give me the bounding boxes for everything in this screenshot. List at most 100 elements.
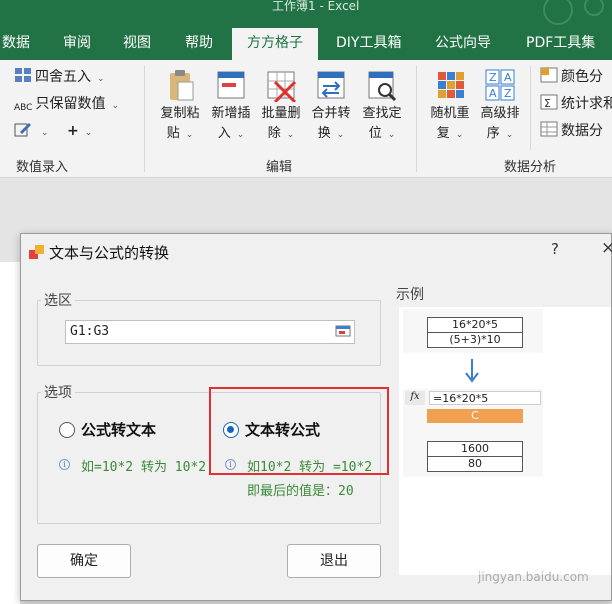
tab-help[interactable]: 帮助: [185, 26, 213, 60]
svg-text:Z: Z: [504, 87, 512, 100]
stat-sum-label: 统计求和: [561, 96, 612, 112]
svg-text:A: A: [504, 71, 512, 84]
chevron-down-icon: ⌄: [111, 101, 120, 111]
title-bar: 工作薄1 - Excel: [0, 0, 612, 26]
row-header-strip: [0, 262, 20, 604]
clipboard-icon: [170, 70, 194, 101]
example-legend: 示例: [393, 284, 427, 304]
color-stats-button[interactable]: 颜色分: [540, 66, 603, 88]
tab-review[interactable]: 审阅: [63, 26, 91, 60]
chevron-down-icon: ⌄: [505, 130, 514, 140]
group-label-data-analysis: 数据分析: [504, 160, 557, 175]
color-grid-icon: [540, 67, 558, 83]
locate-label-1: 查找定: [362, 106, 402, 121]
keep-values-button[interactable]: ABC 只保留数值 ⌄: [14, 93, 119, 117]
tab-data[interactable]: 数据: [2, 26, 30, 60]
plus-icon[interactable]: +: [67, 123, 79, 139]
stat-sum-icon: Σ: [540, 94, 558, 110]
group-divider: [144, 66, 145, 172]
random-repeat-label-1: 随机重: [430, 106, 470, 121]
example-column-header: C: [427, 409, 523, 423]
watermark-url: jingyan.baidu.com: [478, 570, 589, 584]
tab-fangfang[interactable]: 方方格子: [232, 28, 318, 60]
copy-paste-label-1: 复制粘: [160, 106, 200, 121]
example-result-2: 80: [427, 456, 523, 472]
range-legend: 选区: [41, 290, 75, 310]
exit-button[interactable]: 退出: [287, 544, 381, 578]
example-cell-2: (5+3)*10: [427, 332, 523, 348]
insert-icon: [217, 71, 245, 99]
batch-delete-label-2: 除: [267, 126, 281, 141]
data-analysis-btn-label: 数据分: [561, 123, 603, 139]
merge-convert-label-1: 合并转: [311, 106, 351, 121]
ribbon: 四舍五入 ⌄ ABC 只保留数值 ⌄ ⌄ + ⌄ 数值录入 复制粘 贴 ⌄ 新增插 入 ⌄ …: [0, 60, 612, 178]
tab-diy-toolbox[interactable]: DIY工具箱: [336, 26, 401, 60]
svg-text:A: A: [489, 87, 497, 100]
round-icon: [15, 68, 31, 82]
copy-paste-label-2: 贴: [166, 126, 180, 141]
group-divider: [416, 66, 417, 172]
random-repeat-label-2: 复: [436, 126, 450, 141]
dialog-title: 文本与公式的转换: [49, 244, 170, 262]
insert-label-1: 新增插: [211, 106, 251, 121]
chevron-down-icon: ⌄: [41, 128, 49, 138]
advanced-sort-label-2: 序: [486, 126, 500, 141]
keep-values-label: 只保留数值: [35, 96, 106, 112]
find-locate-icon: [368, 71, 397, 102]
example-cell-1: 16*20*5: [427, 317, 523, 333]
delete-grid-icon: [267, 71, 297, 102]
batch-delete-button[interactable]: 批量删 除 ⌄: [257, 68, 305, 145]
close-button[interactable]: ×: [601, 238, 612, 258]
info-icon: i: [59, 459, 70, 470]
ok-button[interactable]: 确定: [37, 544, 131, 578]
insert-label-2: 入: [217, 126, 231, 141]
chevron-down-icon: ⌄: [286, 130, 295, 140]
tab-pdf-tools[interactable]: PDF工具集: [526, 26, 595, 60]
locate-label-2: 位: [368, 126, 382, 141]
example-formula-bar: =16*20*5: [429, 391, 541, 405]
chevron-down-icon: ⌄: [97, 74, 105, 84]
edit-plus-buttons[interactable]: ⌄ + ⌄: [14, 120, 92, 144]
data-analysis-button[interactable]: 数据分: [540, 120, 603, 142]
range-input[interactable]: G1:G3: [65, 320, 355, 344]
insert-button[interactable]: 新增插 入 ⌄: [207, 68, 255, 145]
chevron-down-icon: ⌄: [336, 130, 345, 140]
stat-sum-button[interactable]: Σ 统计求和: [540, 93, 612, 115]
chevron-down-icon: ⌄: [387, 130, 396, 140]
range-select-icon[interactable]: [335, 323, 351, 339]
advanced-sort-button[interactable]: ZAAZ 高级排 序 ⌄: [476, 68, 524, 145]
formula-to-text-hint: 如=10*2 转为 10*2: [81, 460, 207, 475]
random-repeat-button[interactable]: 随机重 复 ⌄: [426, 68, 474, 145]
data-grid-icon: [540, 121, 558, 137]
help-button[interactable]: ?: [551, 240, 559, 258]
round-label: 四舍五入: [35, 69, 91, 85]
locate-button[interactable]: 查找定 位 ⌄: [358, 68, 406, 145]
baidu-watermark: Bai百度: [470, 540, 554, 565]
merge-convert-button[interactable]: 合并转 换 ⌄: [307, 68, 355, 145]
group-divider: [530, 66, 531, 150]
formula-to-text-label[interactable]: 公式转文本: [81, 419, 156, 440]
svg-text:Σ: Σ: [544, 97, 551, 110]
text-to-formula-hint-2: 即最后的值是：20: [247, 484, 354, 499]
window-title: 工作薄1 - Excel: [272, 0, 360, 13]
advanced-sort-label-1: 高级排: [480, 106, 520, 121]
sort-az-icon: Z AA Z: [485, 69, 515, 101]
color-stats-label: 颜色分: [561, 69, 603, 85]
copy-paste-button[interactable]: 复制粘 贴 ⌄: [156, 68, 204, 145]
merge-convert-label-2: 换: [317, 126, 331, 141]
fx-icon: fx: [405, 391, 425, 405]
account-decoration-icon: [543, 0, 604, 25]
example-result-1: 1600: [427, 441, 523, 457]
arrow-down-icon: [465, 359, 479, 383]
app-logo-icon: [29, 245, 44, 259]
tab-view[interactable]: 视图: [123, 26, 151, 60]
random-repeat-icon: [438, 72, 464, 98]
tab-formula-wizard[interactable]: 公式向导: [435, 26, 491, 60]
formula-to-text-radio[interactable]: [59, 422, 75, 438]
options-legend: 选项: [41, 382, 75, 402]
group-label-edit: 编辑: [266, 160, 293, 175]
chevron-down-icon: ⌄: [185, 130, 194, 140]
round-button[interactable]: 四舍五入 ⌄: [14, 66, 105, 90]
batch-delete-label-1: 批量删: [261, 106, 301, 121]
chevron-down-icon: ⌄: [236, 130, 245, 140]
